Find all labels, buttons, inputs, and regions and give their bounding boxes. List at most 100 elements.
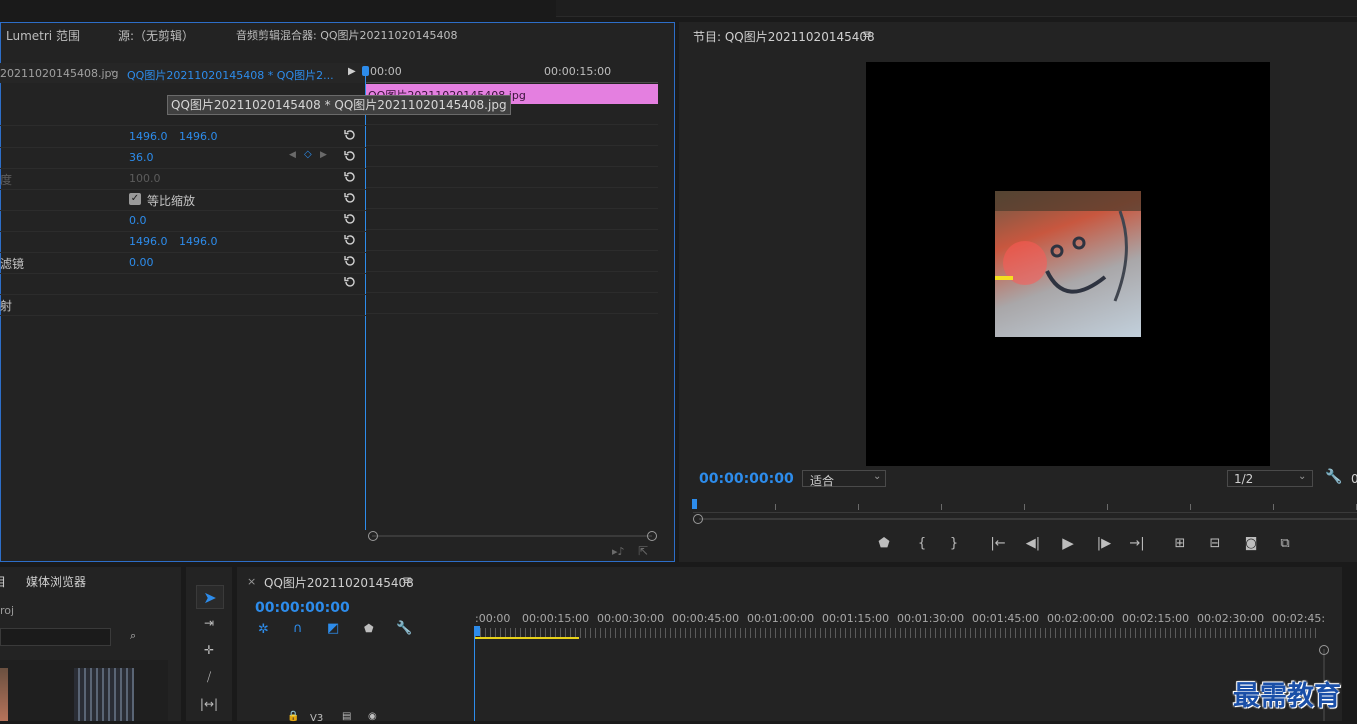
tab-lumetri-scopes[interactable]: Lumetri 范围 <box>6 27 80 44</box>
search-filter-icon[interactable]: ⌕ <box>130 629 136 643</box>
ruler-label: 00:00:30:00 <box>597 612 665 625</box>
nest-sequence-icon[interactable]: ✲ <box>258 622 269 637</box>
scroll-handle-left[interactable] <box>368 531 378 541</box>
zoom-handle-left[interactable] <box>693 514 703 524</box>
extract-icon[interactable]: ⊟ <box>1206 534 1224 552</box>
tab-source[interactable]: 源:（无剪辑） <box>118 27 194 44</box>
chevron-down-icon: ⌄ <box>873 471 882 482</box>
add-marker-icon[interactable]: ⬟ <box>875 534 893 552</box>
next-keyframe-icon[interactable]: ▶ <box>320 150 327 160</box>
camera-icon[interactable]: ◙ <box>1242 534 1260 552</box>
sequence-clip-name[interactable]: QQ图片20211020145408 * QQ图片2... <box>127 67 334 83</box>
value-scale[interactable]: 36.0 <box>129 151 154 164</box>
reset-icon[interactable] <box>343 170 357 184</box>
ec-track-lines <box>366 104 658 315</box>
ruler-label: 00:02:45: <box>1272 612 1326 625</box>
mark-out-icon[interactable]: } <box>945 534 963 552</box>
linked-selection-icon[interactable]: ◩ <box>327 621 339 636</box>
value-x[interactable]: 1496.0 <box>129 130 168 143</box>
snap-icon[interactable]: ∩ <box>293 621 303 636</box>
lock-icon[interactable]: 🔒 <box>287 711 299 722</box>
go-to-in-icon[interactable]: |← <box>989 534 1007 552</box>
chevron-down-icon[interactable]: ⌄ <box>109 65 117 76</box>
project-thumb-1[interactable] <box>0 668 8 721</box>
step-back-icon[interactable]: ◀| <box>1024 534 1042 552</box>
work-area-bar[interactable] <box>475 637 579 639</box>
mark-in-icon[interactable]: { <box>913 534 931 552</box>
program-title[interactable]: 节目: QQ图片20211020145408 <box>693 28 875 45</box>
wrench-icon[interactable]: 🔧 <box>396 621 412 636</box>
property-row-rotation: 0.0 <box>0 210 366 232</box>
property-label: 度 <box>0 173 13 187</box>
ruler-label: 00:01:15:00 <box>822 612 890 625</box>
step-forward-icon[interactable]: |▶ <box>1095 534 1113 552</box>
reset-icon[interactable] <box>343 191 357 205</box>
uniform-scale-checkbox[interactable]: ✓ <box>129 193 141 205</box>
track-select-tool[interactable]: ⇥ <box>196 612 222 634</box>
program-scrub-ruler[interactable] <box>693 498 1357 513</box>
export-icon[interactable]: ⇱ <box>638 544 648 558</box>
ruler-label: 00:02:30:00 <box>1197 612 1265 625</box>
value-anchor-x[interactable]: 1496.0 <box>129 235 168 248</box>
timeline-ruler-ticks[interactable] <box>475 628 1317 638</box>
razor-tool[interactable]: ⧸ <box>196 666 222 688</box>
go-to-out-icon[interactable]: →| <box>1128 534 1146 552</box>
project-thumb-2[interactable] <box>74 668 134 721</box>
add-keyframe-icon[interactable]: ◇ <box>304 149 312 160</box>
timeline-playhead[interactable] <box>474 626 475 721</box>
project-path: roj <box>0 604 15 617</box>
property-row-anchor: 1496.0 1496.0 <box>0 231 366 253</box>
scroll-handle-right[interactable] <box>647 531 657 541</box>
prev-keyframe-icon[interactable]: ◀ <box>289 150 296 160</box>
project-search-input[interactable] <box>0 628 111 646</box>
chevron-down-icon: ⌄ <box>1298 471 1307 482</box>
lift-icon[interactable]: ⊞ <box>1171 534 1189 552</box>
ruler-label: 00:02:15:00 <box>1122 612 1190 625</box>
value-anchor-y[interactable]: 1496.0 <box>179 235 218 248</box>
timeline-playhead-marker[interactable] <box>474 626 480 636</box>
timeline-timecode[interactable]: 00:00:00:00 <box>255 600 350 616</box>
resolution-dropdown[interactable]: 1/2 ⌄ <box>1227 470 1313 487</box>
tab-project[interactable]: 目 <box>0 573 6 590</box>
ec-playhead-marker[interactable] <box>362 66 369 76</box>
comparison-view-icon[interactable]: ⧉ <box>1276 534 1294 552</box>
play-icon[interactable]: ▶ <box>1059 534 1077 552</box>
scroll-handle[interactable] <box>1319 645 1329 655</box>
reset-icon[interactable] <box>343 233 357 247</box>
close-icon[interactable]: × <box>247 575 256 588</box>
add-marker-icon[interactable]: ⬟ <box>364 622 374 635</box>
value-y[interactable]: 1496.0 <box>179 130 218 143</box>
reset-icon[interactable] <box>343 212 357 226</box>
value-scale-width: 100.0 <box>129 172 161 185</box>
trailing-digit: 0 <box>1351 472 1357 486</box>
fit-dropdown[interactable]: 适合 ⌄ <box>802 470 886 488</box>
play-icon[interactable]: ▶ <box>348 66 356 77</box>
program-zoom-bar[interactable] <box>693 514 1357 524</box>
program-timecode[interactable]: 00:00:00:00 <box>699 471 794 487</box>
master-clip-name[interactable]: 20211020145408.jpg <box>0 67 119 80</box>
ripple-edit-tool[interactable]: ✛ <box>196 639 222 661</box>
selection-tool[interactable]: ➤ <box>196 585 224 609</box>
sync-lock-icon[interactable]: ▤ <box>342 711 351 722</box>
property-row-blank-2 <box>0 273 366 295</box>
wrench-icon[interactable]: 🔧 <box>1325 469 1342 485</box>
value-flicker[interactable]: 0.00 <box>129 256 154 269</box>
program-playhead[interactable] <box>692 499 697 509</box>
ruler-label: :00:00 <box>475 612 511 625</box>
property-label: 射 <box>0 299 13 313</box>
value-rotation[interactable]: 0.0 <box>129 214 147 227</box>
eye-icon[interactable]: ◉ <box>368 711 377 722</box>
timeline-tab-title[interactable]: QQ图片20211020145408 <box>264 574 414 591</box>
uniform-scale-label: 等比缩放 <box>147 194 196 208</box>
tab-audio-clip-mixer[interactable]: 音频剪辑混合器: QQ图片20211020145408 <box>236 27 458 43</box>
slip-tool[interactable]: |↔| <box>196 693 222 715</box>
tab-media-browser[interactable]: 媒体浏览器 <box>26 573 86 590</box>
panel-menu-icon[interactable]: ≡ <box>862 27 872 41</box>
ec-zoom-scrollbar[interactable] <box>368 531 657 541</box>
reset-icon[interactable] <box>343 128 357 142</box>
reset-icon[interactable] <box>343 254 357 268</box>
panel-menu-icon[interactable]: ≡ <box>402 573 412 587</box>
reset-icon[interactable] <box>343 149 357 163</box>
reset-icon[interactable] <box>343 275 357 289</box>
filter-icon[interactable]: ▸♪ <box>612 545 625 558</box>
